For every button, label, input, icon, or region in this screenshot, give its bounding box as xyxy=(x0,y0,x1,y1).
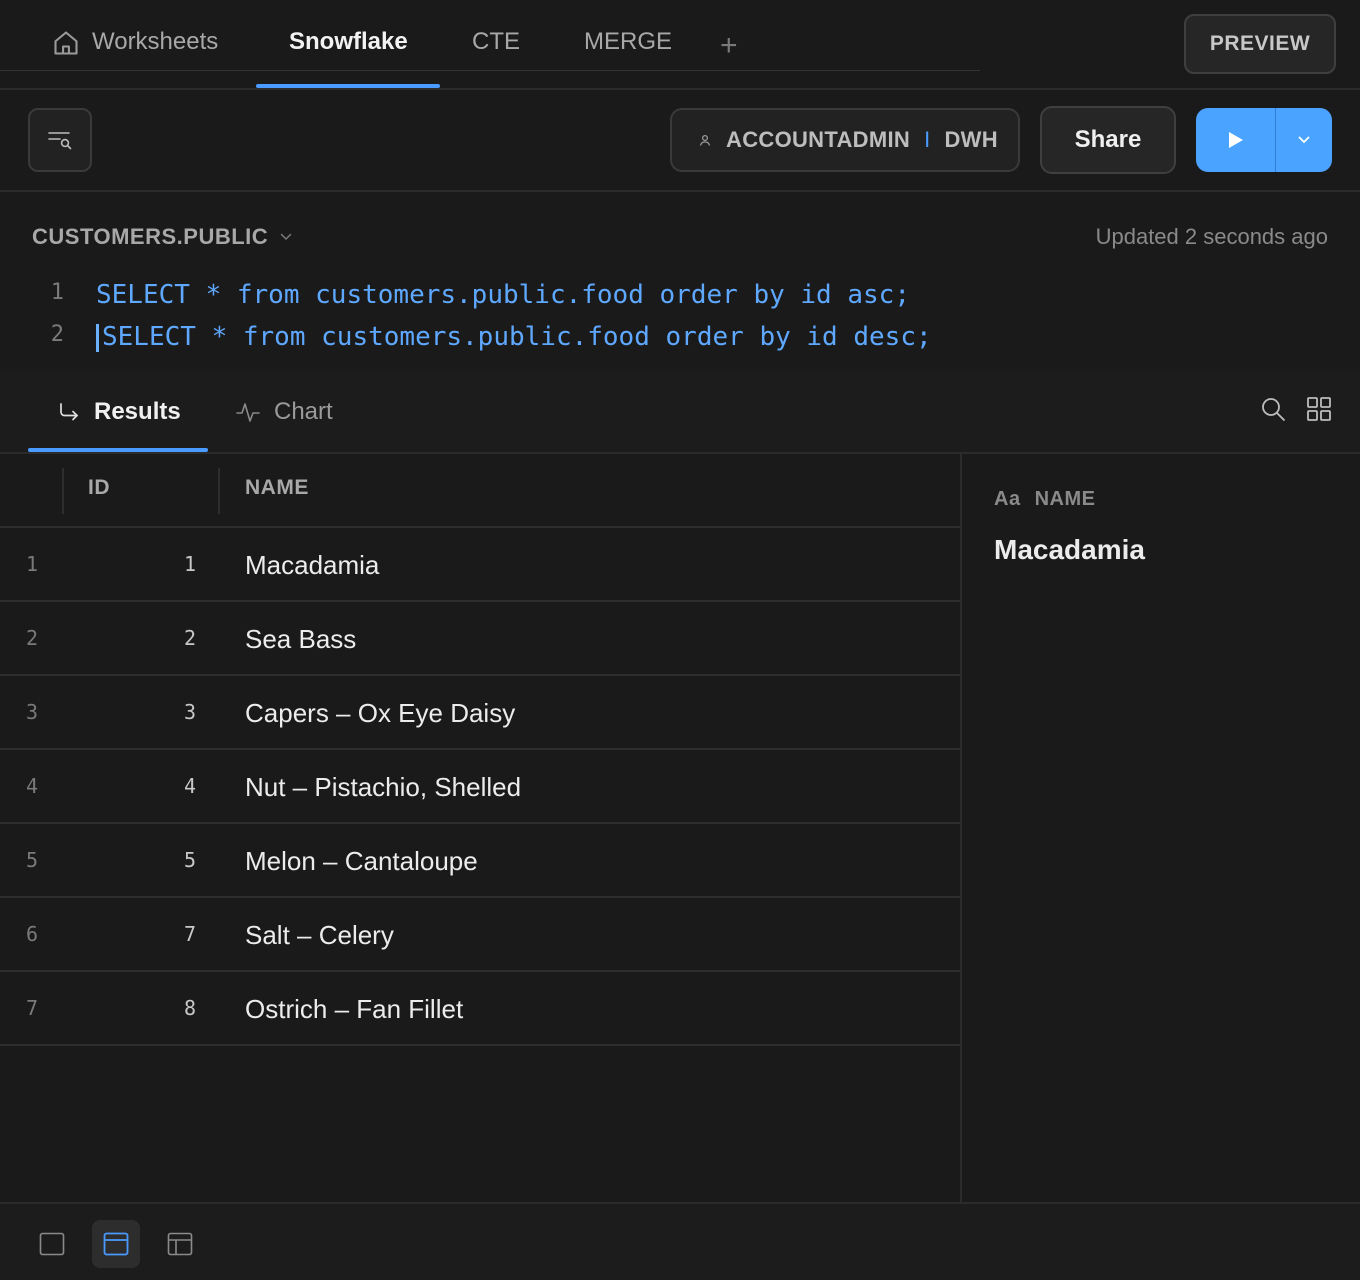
return-arrow-icon xyxy=(60,403,78,421)
column-header-name[interactable]: NAME xyxy=(245,476,309,500)
detail-column-name: NAME xyxy=(1034,488,1096,510)
cell-id: 1 xyxy=(183,552,196,576)
tab-bar: Worksheets Snowflake CTE MERGE + PREVIEW xyxy=(0,0,1360,90)
play-icon xyxy=(1228,132,1243,148)
active-tab-indicator xyxy=(256,84,440,88)
schema-selector[interactable]: CUSTOMERS.PUBLIC xyxy=(32,224,292,250)
cell-id: 8 xyxy=(183,996,196,1020)
home-icon xyxy=(54,31,78,55)
search-icon[interactable] xyxy=(1260,396,1286,422)
row-number: 3 xyxy=(26,700,39,724)
code-text: SELECT * from customers.public.food orde… xyxy=(102,322,932,352)
warehouse-label: DWH xyxy=(944,127,998,152)
tab-divider xyxy=(0,70,980,71)
cell-name: Capers – Ox Eye Daisy xyxy=(245,698,516,728)
column-header-id[interactable]: ID xyxy=(88,476,110,500)
row-number: 7 xyxy=(26,996,39,1020)
tab-cte[interactable]: CTE xyxy=(472,22,520,62)
table-row[interactable]: 3 3 Capers – Ox Eye Daisy xyxy=(0,676,960,750)
row-number: 4 xyxy=(26,774,39,798)
row-number: 6 xyxy=(26,922,39,946)
row-number: 2 xyxy=(26,626,39,650)
filter-search-button[interactable] xyxy=(28,108,92,172)
line-number: 2 xyxy=(50,322,64,347)
active-result-tab-indicator xyxy=(28,448,208,452)
cell-name: Salt – Celery xyxy=(245,920,394,950)
split-panel-layout-icon xyxy=(167,1232,193,1256)
code-text: SELECT * from customers.public.food orde… xyxy=(96,280,910,310)
chevron-down-icon xyxy=(280,233,292,241)
layout-editor-only-button[interactable] xyxy=(28,1220,76,1268)
new-tab-button[interactable]: + xyxy=(720,26,738,66)
detail-value: Macadamia xyxy=(994,534,1145,565)
table-row[interactable]: 7 8 Ostrich – Fan Fillet xyxy=(0,972,960,1046)
cell-id: 3 xyxy=(183,700,196,724)
table-row[interactable]: 6 7 Salt – Celery xyxy=(0,898,960,972)
detail-column-label: Aa NAME xyxy=(994,488,1095,511)
tab-results-label: Results xyxy=(94,398,181,425)
results-table: ID NAME 1 1 Macadamia 2 2 Sea Bass 3 3 Capers – … xyxy=(0,454,960,1202)
square-layout-icon xyxy=(39,1232,65,1256)
row-number: 5 xyxy=(26,848,39,872)
run-options-dropdown[interactable] xyxy=(1276,108,1332,172)
role-label: ACCOUNTADMIN xyxy=(726,127,911,152)
layout-split-horizontal-button[interactable] xyxy=(92,1220,140,1268)
chevron-down-icon xyxy=(1298,136,1310,144)
toolbar: ACCOUNTADMIN I DWH Share xyxy=(0,90,1360,192)
role-warehouse-selector[interactable]: ACCOUNTADMIN I DWH xyxy=(670,108,1020,172)
table-row[interactable]: 1 1 Macadamia xyxy=(0,528,960,602)
split-horizontal-layout-icon xyxy=(103,1232,129,1256)
filter-search-icon xyxy=(48,132,72,150)
row-number: 1 xyxy=(26,552,39,576)
result-actions xyxy=(1260,396,1332,422)
grid-view-icon[interactable] xyxy=(1306,396,1332,422)
preview-button[interactable]: PREVIEW xyxy=(1184,14,1336,74)
role-separator: I xyxy=(924,127,931,152)
table-row[interactable]: 4 4 Nut – Pistachio, Shelled xyxy=(0,750,960,824)
cell-name: Ostrich – Fan Fillet xyxy=(245,994,464,1024)
text-cursor xyxy=(96,324,99,352)
line-number: 1 xyxy=(50,280,64,305)
column-divider xyxy=(218,468,220,514)
run-button-group xyxy=(1196,108,1332,172)
run-button[interactable] xyxy=(1196,108,1276,172)
code-line[interactable]: 1 SELECT * from customers.public.food or… xyxy=(0,278,1360,318)
column-divider xyxy=(62,468,64,514)
tab-snowflake[interactable]: Snowflake xyxy=(289,22,408,62)
activity-chart-icon xyxy=(236,403,260,422)
table-row[interactable]: 2 2 Sea Bass xyxy=(0,602,960,676)
share-button[interactable]: Share xyxy=(1040,106,1176,174)
tab-results[interactable]: Results xyxy=(58,392,181,432)
tab-chart[interactable]: Chart xyxy=(236,392,333,432)
code-line[interactable]: 2 SELECT * from customers.public.food or… xyxy=(0,320,1360,360)
cell-name: Melon – Cantaloupe xyxy=(245,846,478,876)
layout-split-panel-button[interactable] xyxy=(156,1220,204,1268)
schema-label: CUSTOMERS.PUBLIC xyxy=(32,224,269,249)
tab-worksheets[interactable]: Worksheets xyxy=(92,22,218,62)
cell-id: 5 xyxy=(183,848,196,872)
user-icon xyxy=(699,134,711,146)
result-tabs: Results Chart xyxy=(0,372,1360,454)
table-row[interactable]: 5 5 Melon – Cantaloupe xyxy=(0,824,960,898)
tab-chart-label: Chart xyxy=(274,398,333,425)
tab-merge[interactable]: MERGE xyxy=(584,22,672,62)
cell-name: Macadamia xyxy=(245,550,380,580)
cell-name: Nut – Pistachio, Shelled xyxy=(245,772,522,802)
updated-status: Updated 2 seconds ago xyxy=(1095,224,1328,249)
layout-bar xyxy=(0,1202,1360,1280)
cell-id: 4 xyxy=(183,774,196,798)
text-type-icon: Aa xyxy=(994,488,1021,510)
table-header: ID NAME xyxy=(0,454,960,528)
cell-id: 7 xyxy=(183,922,196,946)
cell-name: Sea Bass xyxy=(245,624,357,654)
cell-id: 2 xyxy=(183,626,196,650)
panel-divider[interactable] xyxy=(960,454,962,1202)
